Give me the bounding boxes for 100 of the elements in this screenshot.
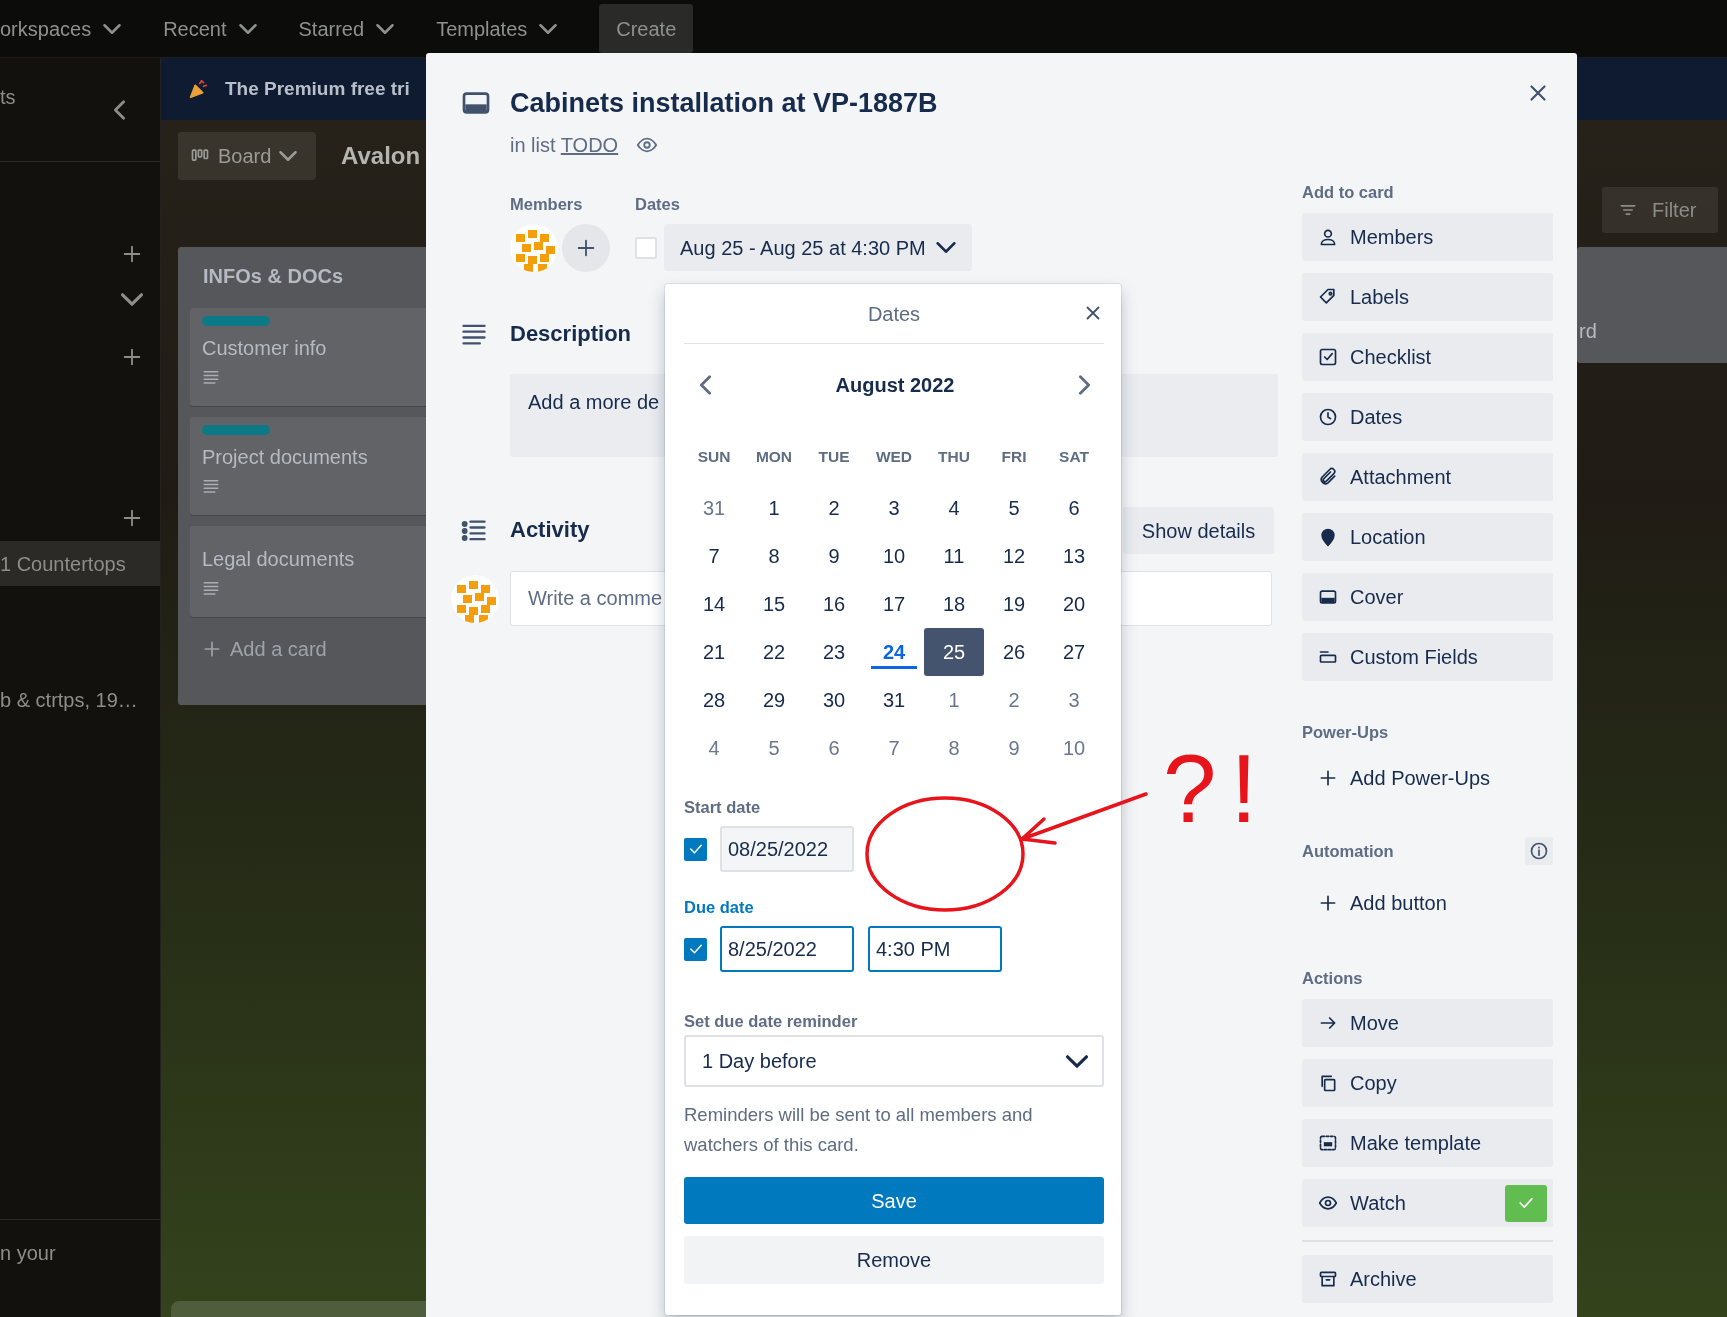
list-info: in list TODO: [510, 133, 619, 157]
remove-button[interactable]: Remove: [684, 1236, 1104, 1284]
add-button[interactable]: [121, 243, 143, 265]
nav-menu[interactable]: Templates: [436, 13, 558, 44]
sidebar-button[interactable]: Members: [1302, 213, 1553, 261]
card-title: Cabinets installation at VP-1887B: [510, 87, 938, 120]
show-details-button[interactable]: Show details: [1123, 507, 1274, 554]
date-field[interactable]: 08/25/2022: [720, 826, 854, 872]
calendar-day[interactable]: 1: [924, 676, 984, 724]
save-button[interactable]: Save: [684, 1177, 1104, 1224]
avatar: [451, 574, 499, 623]
sidebar-button[interactable]: Move: [1302, 999, 1553, 1047]
calendar-day[interactable]: 28: [684, 676, 744, 724]
calendar-day[interactable]: 13: [1044, 532, 1104, 580]
checkbox[interactable]: [684, 837, 707, 861]
sidebar-link[interactable]: Add Power-Ups: [1302, 754, 1553, 802]
calendar-day[interactable]: 5: [984, 484, 1044, 532]
add-member-button[interactable]: [562, 224, 610, 272]
field-label: Due date: [684, 897, 755, 917]
dates-dropdown[interactable]: Aug 25 - Aug 25 at 4:30 PM: [664, 224, 972, 271]
calendar-day[interactable]: 7: [864, 724, 924, 772]
calendar-day[interactable]: 10: [1044, 724, 1104, 772]
reminder-select[interactable]: 1 Day before: [684, 1035, 1104, 1087]
weekday-label: SUN: [696, 447, 732, 468]
card-title: Customer info: [202, 336, 328, 361]
calendar-day[interactable]: 10: [864, 532, 924, 580]
add-button[interactable]: [121, 346, 143, 368]
calendar-day[interactable]: 18: [924, 580, 984, 628]
calendar-day[interactable]: 6: [804, 724, 864, 772]
sidebar-button[interactable]: Copy: [1302, 1059, 1553, 1107]
calendar-day[interactable]: 31: [684, 484, 744, 532]
calendar-day[interactable]: 14: [684, 580, 744, 628]
calendar-day[interactable]: 9: [804, 532, 864, 580]
sidebar-button[interactable]: Location: [1302, 513, 1553, 561]
sidebar-button[interactable]: Cover: [1302, 573, 1553, 621]
add-card-button[interactable]: rd: [1577, 320, 1597, 342]
calendar-day[interactable]: 11: [924, 532, 984, 580]
sidebar-text: n your: [0, 1219, 160, 1317]
calendar-day[interactable]: 22: [744, 628, 804, 676]
calendar-day[interactable]: 31: [864, 676, 924, 724]
plus-icon: [202, 639, 222, 659]
time-field[interactable]: 4:30 PM: [868, 926, 1002, 972]
plus-icon: [1318, 893, 1338, 913]
calendar-day[interactable]: 8: [744, 532, 804, 580]
calendar-day[interactable]: 15: [744, 580, 804, 628]
calendar-day[interactable]: 19: [984, 580, 1044, 628]
info-button[interactable]: [1525, 837, 1553, 865]
previous-month-button[interactable]: [700, 375, 711, 395]
calendar-day[interactable]: 21: [684, 628, 744, 676]
section-label: Add to card: [1302, 182, 1394, 202]
sidebar-link[interactable]: Add button: [1302, 879, 1553, 927]
calendar-day[interactable]: 8: [924, 724, 984, 772]
calendar-day[interactable]: 26: [984, 628, 1044, 676]
sidebar-button[interactable]: Labels: [1302, 273, 1553, 321]
calendar-day[interactable]: 2: [804, 484, 864, 532]
calendar-day[interactable]: 1: [744, 484, 804, 532]
sidebar-button[interactable]: Custom Fields: [1302, 633, 1553, 681]
calendar-day[interactable]: 30: [804, 676, 864, 724]
calendar-day[interactable]: 6: [1044, 484, 1104, 532]
date-field[interactable]: 8/25/2022: [720, 926, 854, 972]
calendar-day[interactable]: 4: [924, 484, 984, 532]
calendar-day[interactable]: 17: [864, 580, 924, 628]
chevron-down-icon: [238, 23, 257, 34]
calendar-day[interactable]: 3: [864, 484, 924, 532]
section-heading: Activity: [510, 517, 590, 544]
sidebar-button[interactable]: Checklist: [1302, 333, 1553, 381]
sidebar-button[interactable]: Make template: [1302, 1119, 1553, 1167]
calendar-day[interactable]: 27: [1044, 628, 1104, 676]
avatar: [510, 224, 558, 272]
calendar-day[interactable]: 7: [684, 532, 744, 580]
weekday-label: MON: [754, 447, 794, 468]
calendar-day[interactable]: 16: [804, 580, 864, 628]
nav-menu[interactable]: Recent: [163, 13, 257, 44]
nav-menu[interactable]: orkspaces: [0, 13, 122, 44]
next-month-button[interactable]: [1079, 375, 1090, 395]
nav-menu[interactable]: Starred: [298, 13, 395, 44]
calendar-day[interactable]: 3: [1044, 676, 1104, 724]
sidebar-button[interactable]: Dates: [1302, 393, 1553, 441]
calendar-day[interactable]: 9: [984, 724, 1044, 772]
sidebar-item[interactable]: 1 Countertops: [0, 541, 160, 586]
calendar-day[interactable]: 12: [984, 532, 1044, 580]
sidebar-item[interactable]: b & ctrtps, 19…: [0, 688, 160, 712]
section-heading: Description: [510, 320, 632, 348]
sidebar-button[interactable]: Archive: [1302, 1255, 1553, 1303]
list-link[interactable]: TODO: [560, 134, 619, 156]
calendar-day[interactable]: 23: [804, 628, 864, 676]
calendar-day[interactable]: 2: [984, 676, 1044, 724]
calendar-day[interactable]: 4: [684, 724, 744, 772]
calendar-day[interactable]: 5: [744, 724, 804, 772]
calendar-day[interactable]: 29: [744, 676, 804, 724]
filter-button[interactable]: Filter: [1602, 187, 1718, 233]
board-view-button[interactable]: Board: [178, 132, 316, 180]
expand-button[interactable]: [121, 293, 143, 306]
create-button[interactable]: Create: [599, 4, 694, 53]
checkbox[interactable]: [684, 937, 707, 961]
sidebar-button[interactable]: Attachment: [1302, 453, 1553, 501]
add-button[interactable]: [121, 507, 143, 529]
calendar-day[interactable]: 25: [924, 628, 984, 676]
calendar-day[interactable]: 20: [1044, 580, 1104, 628]
toggle-button[interactable]: Watch: [1302, 1179, 1553, 1227]
